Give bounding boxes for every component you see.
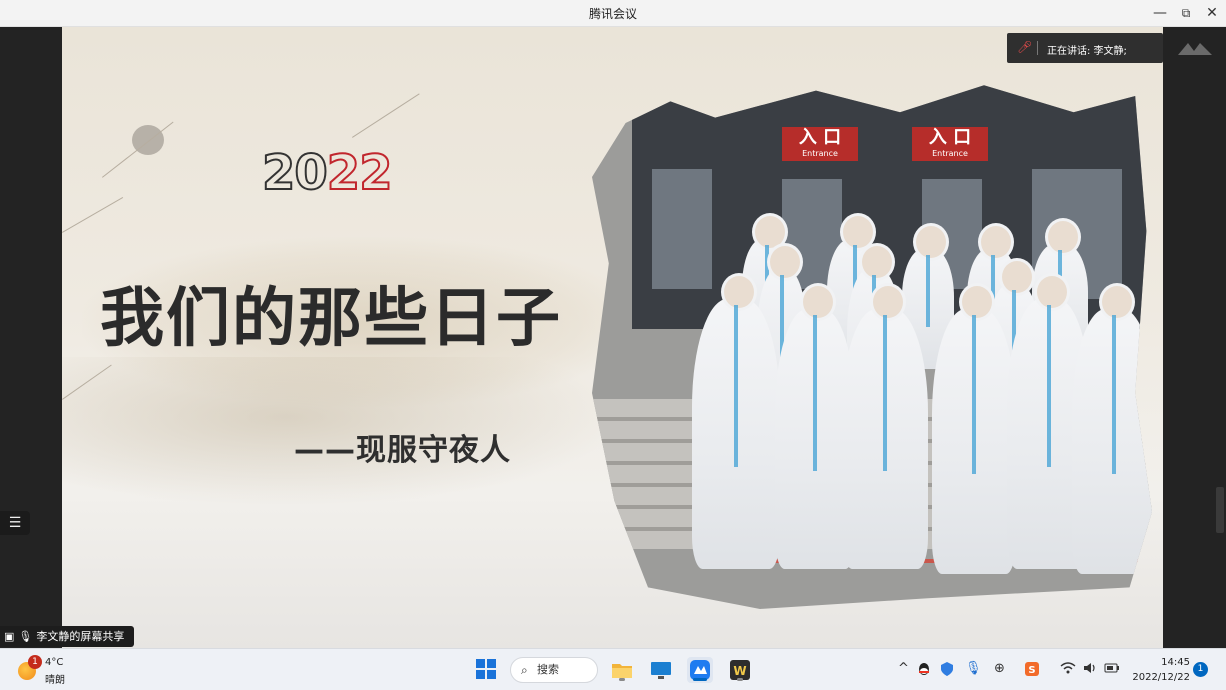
file-explorer-icon[interactable] <box>609 657 635 683</box>
clock-date: 2022/12/22 <box>1132 672 1190 683</box>
active-speaker-text: 正在讲话: 李文静; <box>1047 46 1127 57</box>
group-photo: 入 口 Entrance 入 口 Entrance <box>592 85 1152 609</box>
monitor-app-icon[interactable] <box>648 657 674 683</box>
year-part-1: 20 <box>261 144 329 202</box>
svg-text:S: S <box>1028 665 1035 676</box>
weather-condition: 晴朗 <box>45 675 65 686</box>
screen-share-label: ▣ 🎙︎ 李文静的屏幕共享 <box>0 626 135 647</box>
taskbar-search-box[interactable]: ⌕ 搜索 <box>510 657 598 683</box>
search-label: 搜索 <box>537 663 559 676</box>
window-title-bar: 腾讯会议 — ⧉ ✕ <box>0 0 1226 27</box>
battery-icon[interactable] <box>1104 661 1120 679</box>
clock-time: 14:45 <box>1161 657 1190 668</box>
slide-subheading: ——现服守夜人 <box>294 433 511 468</box>
sogou-input-icon[interactable]: S <box>1024 661 1040 681</box>
entrance-sign: 入 口 Entrance <box>782 127 858 161</box>
microphone-icon: 🎤︎ <box>1017 40 1033 54</box>
minimize-button[interactable]: — <box>1149 3 1171 23</box>
microphone-icon: 🎙︎ <box>18 630 33 643</box>
person-figure <box>932 283 1016 574</box>
svg-text:W: W <box>733 664 746 678</box>
security-shield-icon[interactable] <box>939 661 955 681</box>
weather-widget[interactable]: 1 4°C 晴朗 <box>18 655 78 686</box>
slide-year: 2022 <box>261 144 394 202</box>
shared-slide: 2022 我们的那些日子 ——现服守夜人 入 口 Entrance 入 口 Entr… <box>62 27 1163 648</box>
tray-overflow-chevron-icon[interactable]: ^ <box>898 661 909 676</box>
close-button[interactable]: ✕ <box>1201 3 1223 23</box>
microphone-icon[interactable]: 🎙︎ <box>965 661 982 676</box>
wps-office-icon[interactable]: W <box>727 657 753 683</box>
person-figure <box>842 283 928 569</box>
wifi-icon[interactable] <box>1060 661 1076 679</box>
person-figure <box>692 273 780 569</box>
qq-icon[interactable] <box>916 661 932 681</box>
window-title: 腾讯会议 <box>588 7 637 21</box>
screen-share-icon: ▣ <box>4 630 15 643</box>
input-method-icon[interactable]: ⊕ <box>994 661 1005 676</box>
side-panel-handle[interactable] <box>1216 487 1224 533</box>
notification-badge[interactable]: 1 <box>1193 662 1208 677</box>
decorative-line <box>62 197 124 233</box>
search-icon: ⌕ <box>521 663 528 677</box>
active-speaker-indicator: 🎤︎ 正在讲话: 李文静; <box>1007 33 1163 63</box>
decorative-line <box>352 93 420 138</box>
windows-taskbar: 1 4°C 晴朗 ⌕ 搜索 W ^ 🎙︎ ⊕ S 14:45 2022/12/2… <box>0 648 1226 690</box>
weather-badge: 1 <box>28 655 42 669</box>
tencent-meeting-logo-icon <box>1176 39 1216 61</box>
start-button[interactable] <box>474 657 500 683</box>
restore-button[interactable]: ⧉ <box>1175 3 1197 23</box>
year-part-2: 22 <box>326 144 394 202</box>
person-figure <box>1072 283 1152 574</box>
meeting-stage: 2022 我们的那些日子 ——现服守夜人 入 口 Entrance 入 口 Entr… <box>0 27 1226 648</box>
list-icon: ☰ <box>8 515 22 531</box>
tencent-meeting-app-icon[interactable] <box>687 657 713 683</box>
member-list-toggle-button[interactable]: ☰ <box>0 511 30 535</box>
slide-heading: 我们的那些日子 <box>100 282 562 356</box>
weather-temperature: 4°C <box>45 657 64 668</box>
system-clock[interactable]: 14:45 2022/12/22 <box>1130 655 1190 685</box>
screen-share-owner: 李文静的屏幕共享 <box>36 630 125 643</box>
volume-icon[interactable] <box>1082 661 1098 679</box>
entrance-sign: 入 口 Entrance <box>912 127 988 161</box>
